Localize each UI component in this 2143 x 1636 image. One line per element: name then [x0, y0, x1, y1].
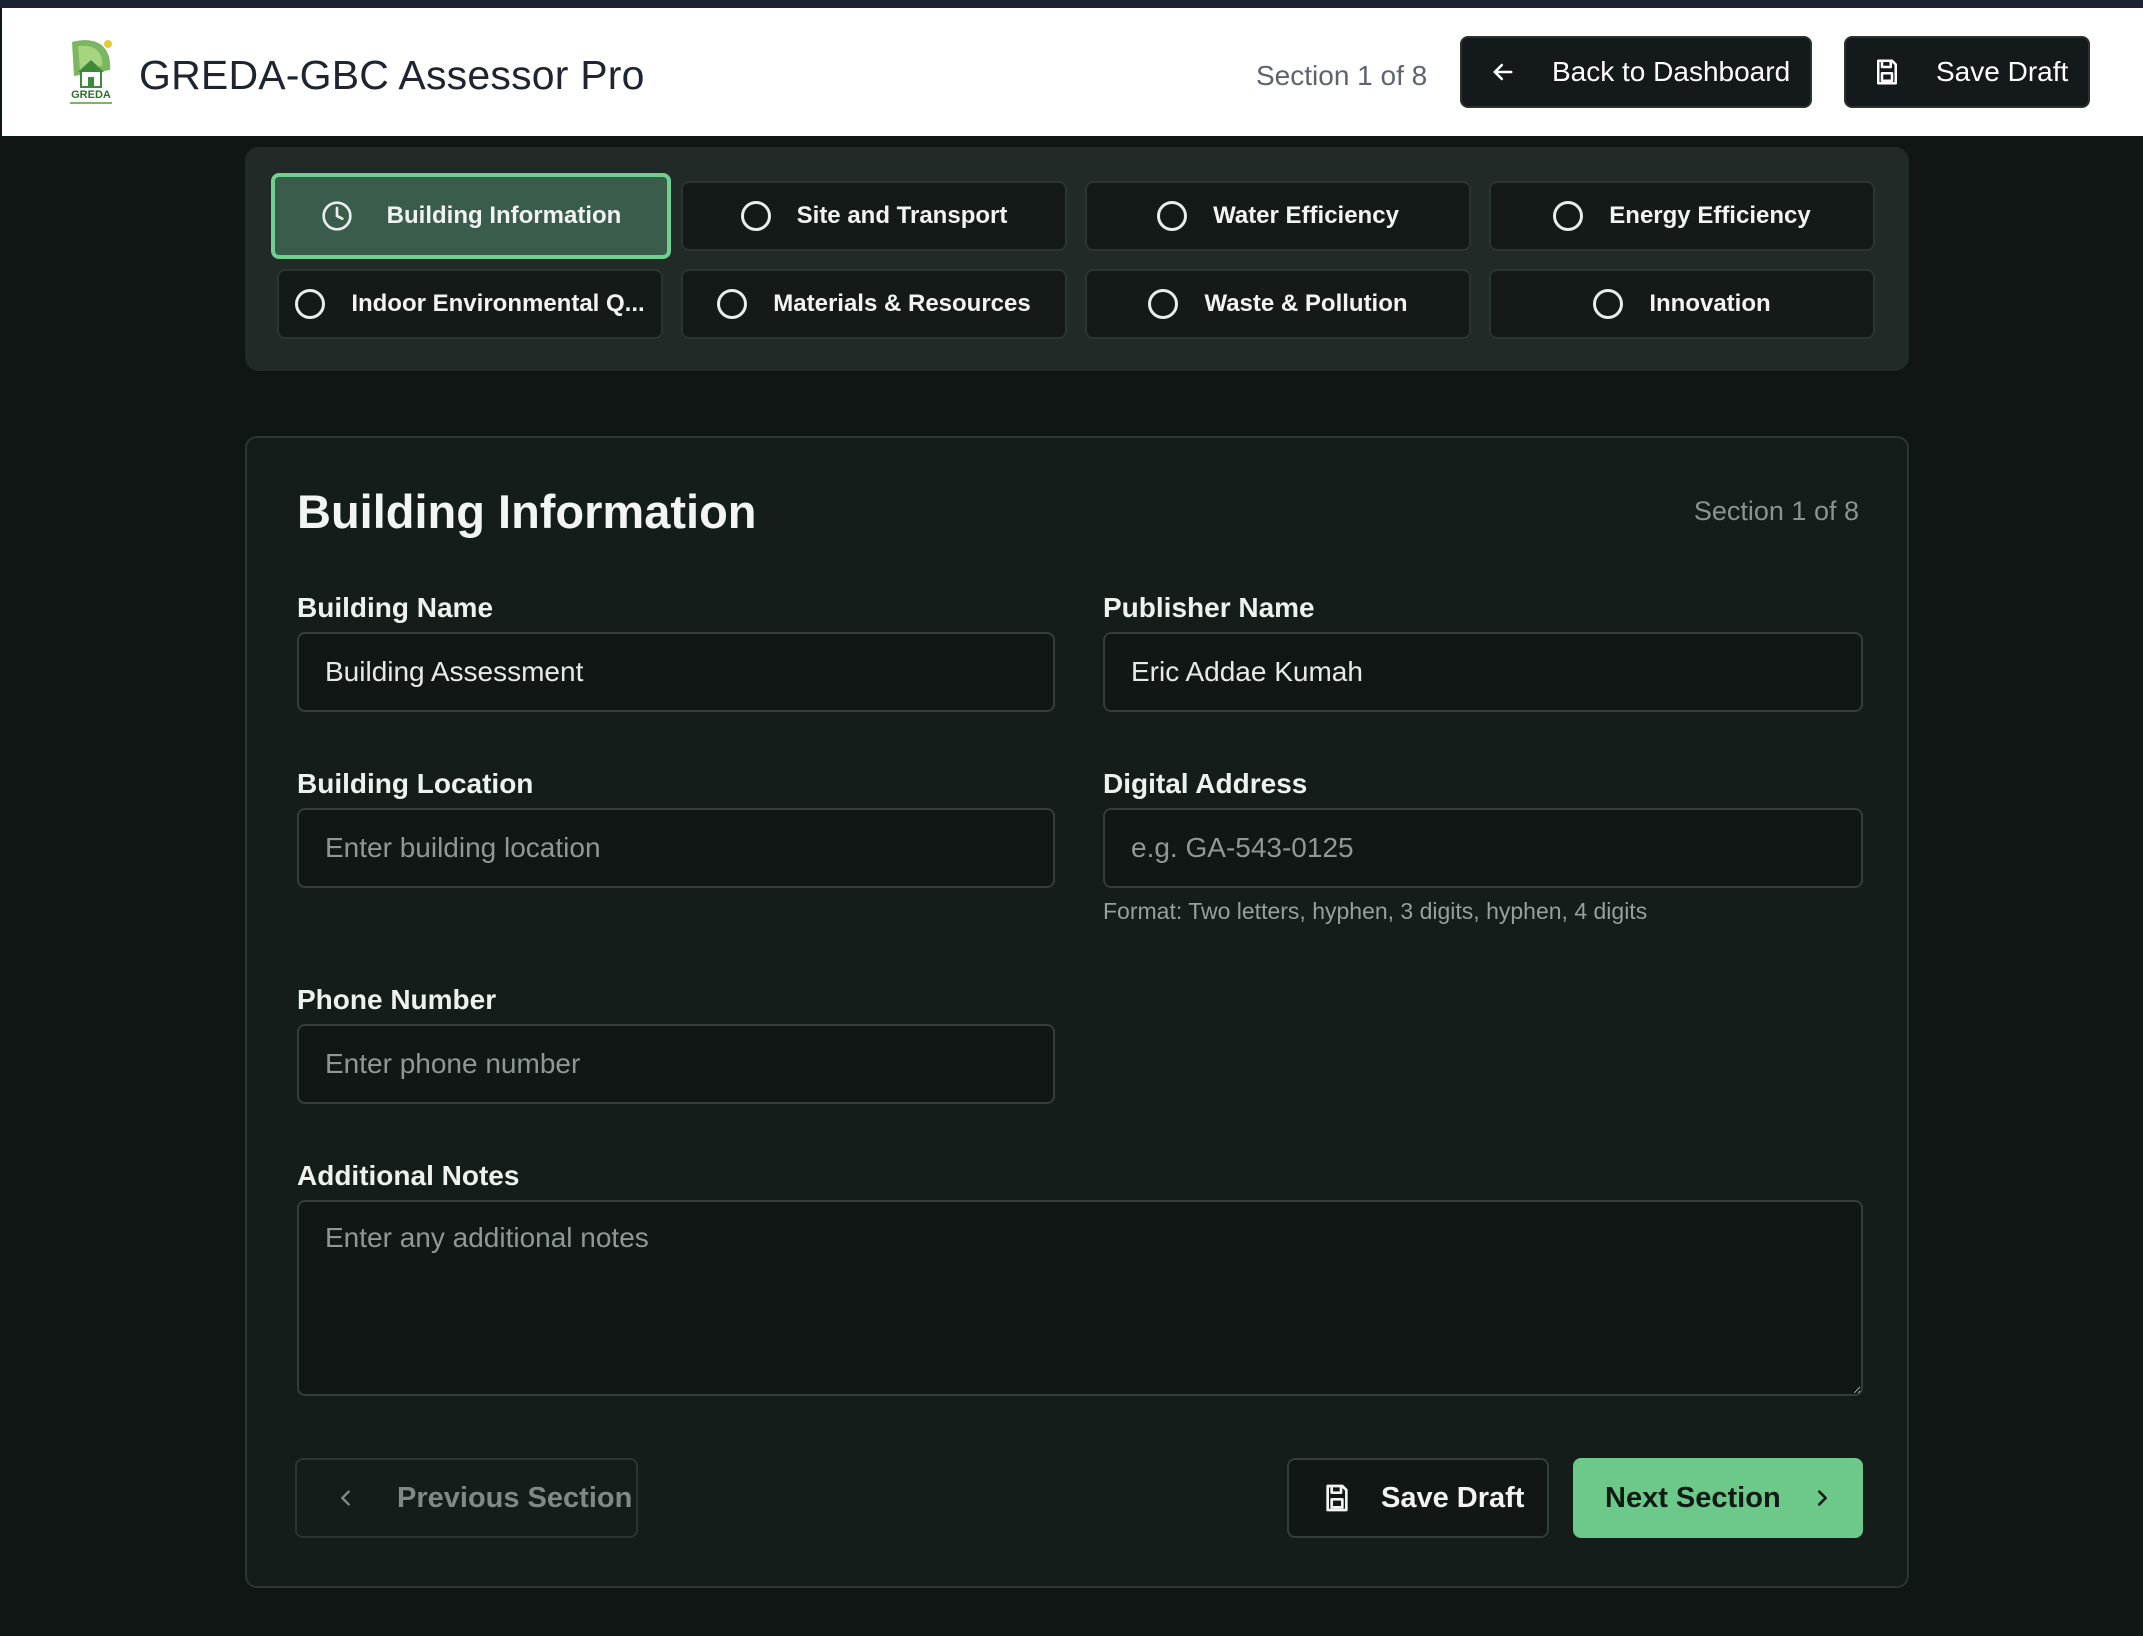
- tab-indoor-environmental-quality[interactable]: Indoor Environmental Q...: [277, 269, 663, 339]
- previous-section-label: Previous Section: [397, 1481, 633, 1514]
- circle-icon: [295, 289, 326, 319]
- tab-building-information[interactable]: Building Information: [271, 173, 671, 259]
- tab-label: Innovation: [1649, 290, 1771, 317]
- next-section-button[interactable]: Next Section: [1573, 1458, 1863, 1538]
- circle-icon: [1593, 289, 1624, 319]
- tab-waste-and-pollution[interactable]: Waste & Pollution: [1085, 269, 1471, 339]
- arrow-left-icon: [1488, 57, 1518, 87]
- additional-notes-label: Additional Notes: [297, 1160, 520, 1191]
- building-location-input[interactable]: [297, 808, 1055, 888]
- tab-label: Water Efficiency: [1213, 202, 1399, 229]
- back-to-dashboard-button[interactable]: Back to Dashboard: [1460, 36, 1812, 108]
- building-information-form: Building Information Section 1 of 8 Buil…: [245, 436, 1909, 1588]
- additional-notes-textarea[interactable]: [297, 1200, 1863, 1396]
- tab-label: Site and Transport: [796, 202, 1008, 229]
- building-name-input[interactable]: [297, 632, 1055, 712]
- tab-innovation[interactable]: Innovation: [1489, 269, 1875, 339]
- tab-label: Waste & Pollution: [1204, 290, 1408, 317]
- tab-label: Materials & Resources: [773, 290, 1031, 317]
- save-icon: [1321, 1482, 1353, 1514]
- save-icon: [1872, 57, 1902, 87]
- building-name-label: Building Name: [297, 592, 494, 623]
- publisher-name-input[interactable]: [1103, 632, 1863, 712]
- chevron-left-icon: [335, 1487, 357, 1509]
- circle-icon: [1553, 201, 1584, 231]
- chevron-right-icon: [1811, 1487, 1833, 1509]
- section-indicator: Section 1 of 8: [1256, 60, 1428, 91]
- tab-energy-efficiency[interactable]: Energy Efficiency: [1489, 181, 1875, 251]
- tab-label: Building Information: [386, 202, 622, 229]
- building-location-label: Building Location: [297, 768, 534, 799]
- save-draft-button[interactable]: Save Draft: [1287, 1458, 1549, 1538]
- section-tabs: Building Information Site and Transport …: [245, 147, 1909, 371]
- back-to-dashboard-label: Back to Dashboard: [1552, 56, 1791, 87]
- tab-site-and-transport[interactable]: Site and Transport: [681, 181, 1067, 251]
- next-section-label: Next Section: [1605, 1481, 1781, 1514]
- publisher-name-label: Publisher Name: [1103, 592, 1315, 623]
- phone-number-input[interactable]: [297, 1024, 1055, 1104]
- svg-text:GREDA: GREDA: [71, 89, 111, 101]
- digital-address-hint: Format: Two letters, hyphen, 3 digits, h…: [1103, 898, 1648, 924]
- tab-materials-and-resources[interactable]: Materials & Resources: [681, 269, 1067, 339]
- app-title: GREDA-GBC Assessor Pro: [139, 52, 645, 98]
- tab-water-efficiency[interactable]: Water Efficiency: [1085, 181, 1471, 251]
- phone-number-label: Phone Number: [297, 984, 497, 1015]
- window-top-strip: [0, 0, 2143, 8]
- save-draft-header-label: Save Draft: [1936, 56, 2069, 87]
- circle-icon: [740, 201, 771, 231]
- form-section-indicator: Section 1 of 8: [1693, 496, 1859, 526]
- clock-icon: [322, 201, 352, 231]
- circle-icon: [1148, 289, 1179, 319]
- circle-icon: [717, 289, 748, 319]
- tab-label: Energy Efficiency: [1609, 202, 1811, 229]
- save-draft-label: Save Draft: [1381, 1481, 1525, 1514]
- digital-address-label: Digital Address: [1103, 768, 1308, 799]
- form-title: Building Information: [297, 485, 757, 538]
- circle-icon: [1157, 201, 1188, 231]
- greda-logo: GREDA: [70, 40, 112, 104]
- tab-label: Indoor Environmental Q...: [351, 290, 645, 317]
- save-draft-header-button[interactable]: Save Draft: [1844, 36, 2090, 108]
- digital-address-input[interactable]: [1103, 808, 1863, 888]
- app-header: GREDA GREDA-GBC Assessor Pro Section 1 o…: [2, 8, 2143, 136]
- previous-section-button[interactable]: Previous Section: [295, 1458, 638, 1538]
